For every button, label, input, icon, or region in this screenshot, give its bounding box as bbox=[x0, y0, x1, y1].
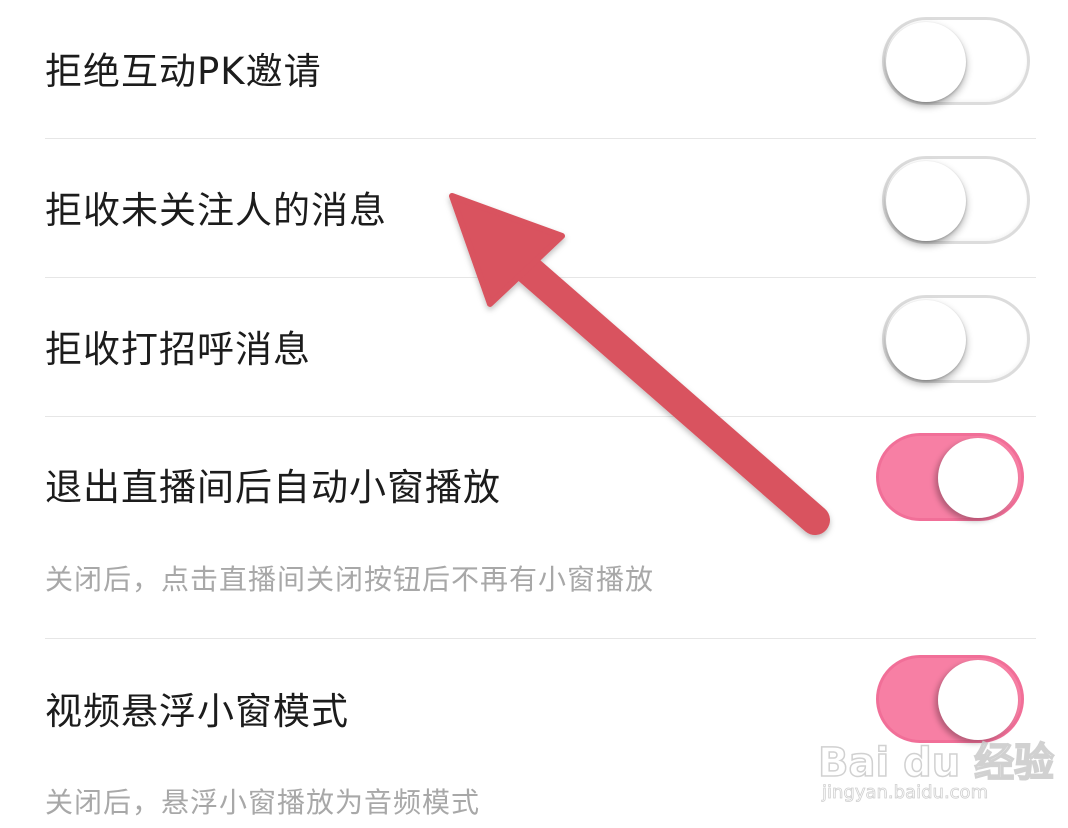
toggle-auto-mini-window[interactable] bbox=[876, 433, 1024, 521]
watermark-brand: Bai du 经验 bbox=[817, 739, 1055, 787]
divider bbox=[45, 138, 1036, 139]
toggle-knob bbox=[886, 22, 966, 102]
toggle-reject-unfollowed[interactable] bbox=[882, 156, 1030, 244]
setting-label: 拒收未关注人的消息 bbox=[45, 189, 387, 232]
setting-label: 退出直播间后自动小窗播放 bbox=[45, 466, 501, 509]
toggle-reject-pk[interactable] bbox=[882, 17, 1030, 105]
divider bbox=[45, 277, 1036, 278]
divider bbox=[45, 416, 1036, 417]
setting-description: 关闭后，悬浮小窗播放为音频模式 bbox=[45, 786, 481, 819]
setting-label: 拒绝互动PK邀请 bbox=[45, 50, 322, 93]
setting-label: 拒收打招呼消息 bbox=[45, 328, 311, 371]
setting-label: 视频悬浮小窗模式 bbox=[45, 690, 349, 733]
arrow-shaft bbox=[500, 243, 830, 535]
toggle-knob bbox=[886, 300, 966, 380]
toggle-knob bbox=[886, 161, 966, 241]
watermark-url: jingyan.baidu.com bbox=[822, 782, 989, 804]
setting-description: 关闭后，点击直播间关闭按钮后不再有小窗播放 bbox=[45, 563, 655, 596]
divider bbox=[45, 638, 1036, 639]
toggle-reject-greeting[interactable] bbox=[882, 295, 1030, 383]
toggle-knob bbox=[938, 438, 1018, 518]
baidu-jingyan-watermark: Bai du 经验 jingyan.baidu.com bbox=[817, 712, 1055, 812]
arrow-head bbox=[449, 193, 565, 307]
